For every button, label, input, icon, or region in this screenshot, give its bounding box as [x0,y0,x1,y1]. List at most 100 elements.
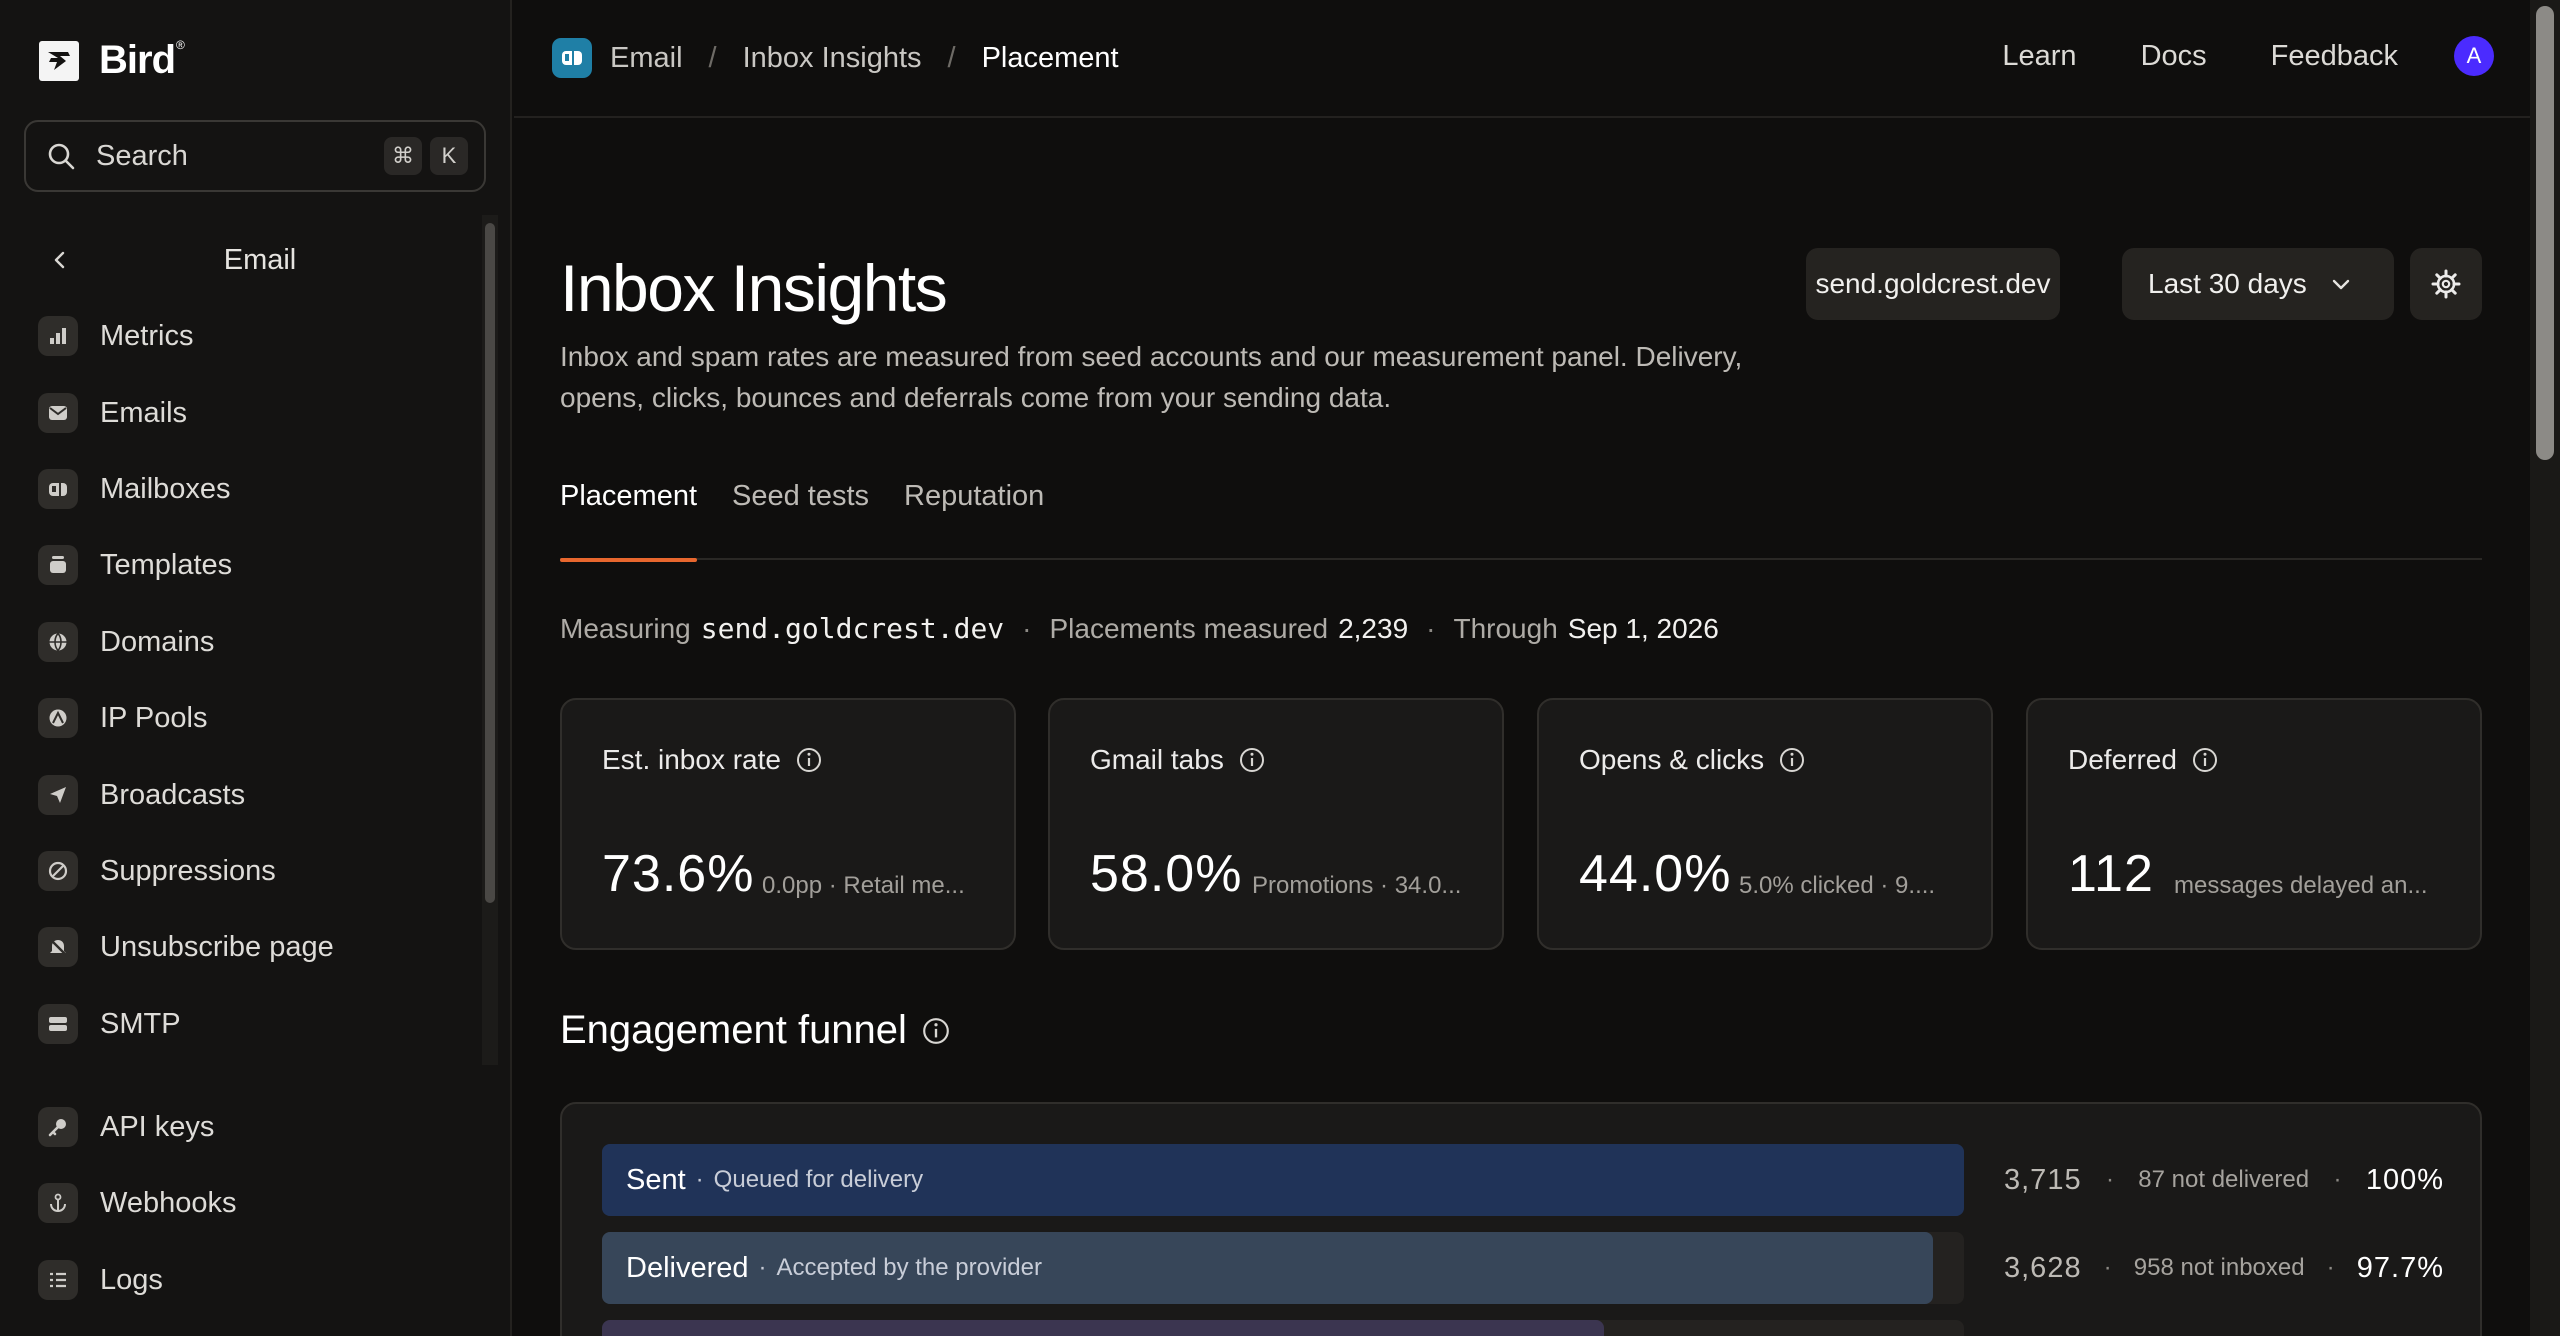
sidebar-item-label: Suppressions [100,854,276,887]
section-title: Engagement funnel [560,1008,907,1052]
info-icon[interactable] [1778,746,1806,774]
tab-seed-tests[interactable]: Seed tests [732,480,869,560]
settings-button[interactable] [2410,248,2482,320]
funnel-bar-delivered[interactable]: Delivered · Accepted by the provider [602,1232,1933,1304]
info-icon[interactable] [921,1016,951,1046]
avatar[interactable]: A [2454,36,2494,76]
funnel-bar-sent[interactable]: Sent · Queued for delivery [602,1144,1964,1216]
date-range-select[interactable]: Last 30 days [2122,248,2394,320]
breadcrumb-inbox-insights[interactable]: Inbox Insights [743,42,922,75]
list-icon [38,1260,78,1300]
funnel-stage-name: Delivered [626,1251,749,1284]
sidebar-item-label: Mailboxes [100,472,231,505]
card-est-inbox-rate: Est. inbox rate 73.6% 0.0pp · Retail me.… [560,698,1016,950]
funnel-percent: 97.7% [2356,1251,2444,1284]
tab-reputation[interactable]: Reputation [904,480,1044,560]
card-title: Deferred [2068,744,2177,775]
feedback-link[interactable]: Feedback [2271,40,2398,73]
funnel-track: Sent · Queued for delivery [602,1144,1964,1216]
sidebar-item-broadcasts[interactable]: Broadcasts [38,770,245,820]
funnel-stage-desc: Queued for delivery [713,1166,924,1193]
sidebar-item-api-keys[interactable]: API keys [38,1102,214,1152]
docs-link[interactable]: Docs [2141,40,2207,73]
sidebar-item-emails[interactable]: Emails [38,388,187,438]
sidebar-item-unsubscribe-page[interactable]: Unsubscribe page [38,922,334,972]
card-deferred: Deferred 112 messages delayed an... [2026,698,2482,950]
sidebar-back-email[interactable]: Email [40,240,480,280]
key-icon [38,1107,78,1147]
card-title: Est. inbox rate [602,744,781,775]
card-value: 112 [2068,845,2154,903]
sidebar-item-ip-pools[interactable]: IP Pools [38,693,207,743]
sidebar-item-logs[interactable]: Logs [38,1255,163,1305]
sidebar-item-label: Metrics [100,319,194,352]
main-scrollbar[interactable] [2530,0,2560,1336]
funnel-count: 3,715 [2004,1163,2082,1196]
card-value: 44.0% [1579,845,1732,903]
funnel-stats-delivered: 3,628 · 958 not inboxed · 97.7% [2004,1232,2444,1304]
info-icon[interactable] [1238,746,1266,774]
server-icon [38,1004,78,1044]
sidebar-item-templates[interactable]: Templates [38,540,232,590]
breadcrumb-separator: / [708,41,717,74]
engagement-funnel-heading: Engagement funnel [560,1008,951,1053]
sidebar-item-domains[interactable]: Domains [38,617,214,667]
tab-bar: Placement Seed tests Reputation [560,480,2482,562]
funnel-separator: · [2326,1254,2335,1281]
sidebar-item-label: API keys [100,1110,215,1143]
placements-label: Placements measured [1049,613,1329,644]
card-subtext: Promotions · 34.0... [1252,872,1462,899]
info-icon[interactable] [2191,746,2219,774]
breadcrumb-email[interactable]: Email [610,42,683,75]
bell-off-icon [38,927,78,967]
meta-separator: · [1426,613,1436,644]
sidebar-item-label: Unsubscribe page [100,930,334,963]
funnel-stage-name: Sent [626,1163,686,1196]
shortcut-mod-key: ⌘ [384,137,422,175]
funnel-separator: · [2105,1166,2114,1193]
envelope-icon [38,393,78,433]
sidebar-item-smtp[interactable]: SMTP [38,999,181,1049]
top-bar: Email / Inbox Insights / Placement Learn… [514,0,2530,118]
search-icon [48,143,75,170]
measuring-domain: send.goldcrest.dev [700,612,1005,645]
sidebar-item-label: Templates [100,548,233,581]
sidebar: Bird® Search ⌘ K Email Metrics Emails Ma… [0,0,512,1336]
search-input[interactable]: Search ⌘ K [24,120,486,192]
breadcrumb-placement: Placement [981,41,1119,74]
breadcrumb: Email / Inbox Insights / Placement [552,38,1119,78]
funnel-stage-desc: Accepted by the provider [776,1254,1043,1281]
learn-link[interactable]: Learn [2002,40,2076,73]
sidebar-item-mailboxes[interactable]: Mailboxes [38,464,231,514]
funnel-bar-inboxed[interactable] [602,1320,1605,1336]
funnel-track [602,1320,1964,1336]
gear-icon [2431,269,2461,299]
brand[interactable]: Bird® [39,38,185,83]
card-title: Gmail tabs [1090,744,1224,775]
sidebar-item-label: Domains [100,625,215,658]
funnel-separator: · [2333,1166,2342,1193]
funnel-track: Delivered · Accepted by the provider [602,1232,1964,1304]
date-range-value: Last 30 days [2148,268,2307,299]
funnel-separator: · [695,1166,704,1193]
funnel-note: 87 not delivered [2138,1166,2310,1193]
domain-selector[interactable]: send.goldcrest.dev [1806,248,2060,320]
sidebar-item-webhooks[interactable]: Webhooks [38,1178,237,1228]
sidebar-scrollbar[interactable] [482,215,498,1065]
sidebar-item-metrics[interactable]: Metrics [38,311,193,361]
brand-registered-mark: ® [176,38,185,52]
sidebar-section-title: Email [223,243,297,276]
main-scrollbar-thumb[interactable] [2536,6,2554,460]
chevron-left-icon[interactable] [40,240,80,280]
info-icon[interactable] [795,746,823,774]
card-opens-clicks: Opens & clicks 44.0% 5.0% clicked · 9...… [1537,698,1993,950]
sidebar-scrollbar-thumb[interactable] [485,223,495,903]
through-label: Through [1453,613,1558,644]
tab-placement[interactable]: Placement [560,480,698,562]
sidebar-item-suppressions[interactable]: Suppressions [38,846,276,896]
top-links: Learn Docs Feedback A [1938,36,2494,76]
globe-icon [38,622,78,662]
template-icon [38,545,78,585]
sidebar-item-label: Emails [100,396,188,429]
brand-name: Bird [99,38,176,82]
